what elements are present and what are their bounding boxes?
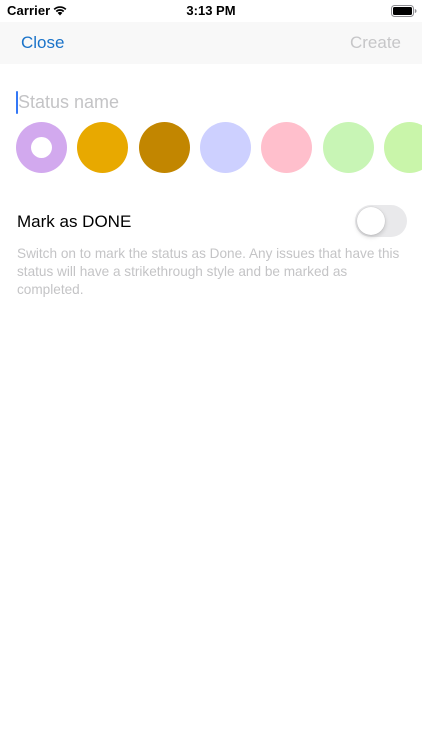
color-swatch[interactable] [383,122,422,173]
status-name-field[interactable] [16,88,406,116]
color-swatch[interactable] [199,122,251,173]
mark-done-label: Mark as DONE [17,212,132,231]
create-button[interactable]: Create [350,33,401,53]
color-picker [0,122,422,174]
toggle-knob [357,207,385,235]
mark-done-row: Mark as DONE [0,200,422,242]
selected-indicator [31,137,52,158]
battery-icon [391,5,417,17]
color-swatch[interactable] [138,122,190,173]
mark-done-help-text: Switch on to mark the status as Done. An… [17,246,400,297]
color-swatch-selected[interactable] [16,122,67,173]
color-swatch[interactable] [322,122,374,173]
navigation-bar: Close Create [0,22,422,64]
close-button[interactable]: Close [21,33,64,53]
clock: 3:13 PM [186,3,236,18]
mark-done-toggle[interactable] [355,205,407,237]
color-swatch[interactable] [261,122,313,173]
status-name-input[interactable] [18,88,398,116]
color-swatch[interactable] [77,122,129,173]
status-bar: Carrier 3:13 PM [0,0,422,22]
